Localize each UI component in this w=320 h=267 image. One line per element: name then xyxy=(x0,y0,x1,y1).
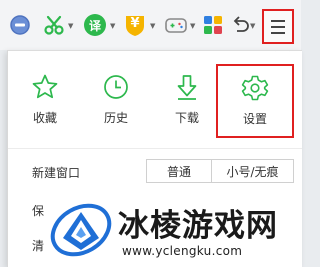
save-row-label[interactable]: 保 xyxy=(32,202,44,219)
watermark-title: 冰棱游戏网 xyxy=(118,208,278,245)
clear-row-label[interactable]: 清 xyxy=(32,237,44,254)
gear-icon xyxy=(241,75,269,101)
divider xyxy=(8,148,302,149)
settings-label: 设置 xyxy=(242,112,267,126)
chevron-down-icon[interactable]: ▼ xyxy=(250,22,255,30)
compat-mode-icon xyxy=(8,15,32,41)
download-label: 下载 xyxy=(174,111,199,125)
translate-label: 译 xyxy=(88,19,101,33)
undo-icon xyxy=(230,16,252,41)
game-button[interactable]: ▼ xyxy=(164,13,198,37)
new-window-options: 普通 小号/无痕 xyxy=(146,159,294,183)
new-window-label: 新建窗口 xyxy=(32,166,81,180)
watermark-url: www.yclengku.com xyxy=(122,244,243,258)
download-icon xyxy=(177,75,197,100)
history-label: 历史 xyxy=(103,111,128,125)
compat-mode-button[interactable] xyxy=(8,13,32,37)
watermark-logo xyxy=(49,198,113,262)
star-icon xyxy=(32,74,58,99)
download-button[interactable]: 下载 xyxy=(156,65,218,137)
screenshot-scissors-icon xyxy=(42,15,66,41)
favorites-label: 收藏 xyxy=(32,111,57,125)
history-button[interactable]: 历史 xyxy=(85,65,147,137)
favorites-button[interactable]: 收藏 xyxy=(14,65,76,137)
chevron-down-icon[interactable]: ▼ xyxy=(190,22,195,30)
game-controller-icon xyxy=(164,18,188,41)
chevron-down-icon[interactable]: ▼ xyxy=(150,22,155,30)
apps-grid-icon xyxy=(202,16,224,41)
coupon-button[interactable]: ¥ ▼ xyxy=(124,13,158,37)
translate-button[interactable]: 译 ▼ xyxy=(84,13,118,37)
browser-toolbar: ▼ 译 ▼ ¥ ▼ ▼ ▼ xyxy=(0,0,301,50)
screenshot-button[interactable]: ▼ xyxy=(42,13,76,37)
chevron-down-icon[interactable]: ▼ xyxy=(68,22,73,30)
undo-button[interactable]: ▼ xyxy=(230,13,260,37)
clock-icon xyxy=(104,75,128,99)
coupon-label: ¥ xyxy=(130,16,140,31)
chevron-down-icon[interactable]: ▼ xyxy=(110,22,115,30)
menu-pointer xyxy=(274,51,291,59)
new-window-incognito-option[interactable]: 小号/无痕 xyxy=(212,160,293,182)
settings-button[interactable]: 设置 xyxy=(216,64,294,138)
apps-button[interactable] xyxy=(202,13,224,37)
new-window-normal-option[interactable]: 普通 xyxy=(147,160,212,182)
main-menu-button[interactable] xyxy=(262,9,294,44)
